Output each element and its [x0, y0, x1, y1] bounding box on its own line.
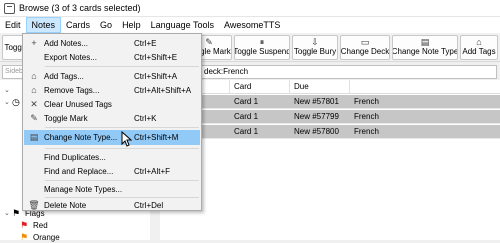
mouse-cursor-icon — [121, 131, 133, 147]
menu-item-clear-unused-tags[interactable]: ✕ Clear Unused Tags — [24, 97, 200, 111]
sidebar-item-label: Orange — [33, 232, 60, 242]
menu-item-add-notes[interactable]: + Add Notes... Ctrl+E — [24, 36, 200, 50]
notetype-icon: ▤ — [420, 37, 430, 47]
column-header-deck[interactable] — [350, 80, 500, 94]
menu-notes[interactable]: Notes — [25, 17, 62, 33]
table-row[interactable]: de vi... Card 1 New #57799 French — [160, 110, 500, 124]
menu-item-find-and-replace[interactable]: Find and Replace... Ctrl+Alt+F — [24, 164, 200, 178]
chevron-down-icon[interactable]: ⌄ — [4, 98, 12, 106]
bury-icon: ⇩ — [311, 37, 319, 47]
menu-item-find-duplicates[interactable]: Find Duplicates... — [24, 150, 200, 164]
menu-item-delete-note[interactable]: 🗑 Delete Note Ctrl+Del — [24, 198, 200, 212]
menu-go[interactable]: Go — [95, 17, 117, 33]
table-row[interactable]: heure ... Card 1 New #57800 French — [160, 125, 500, 139]
change-note-type-button[interactable]: ▤ Change Note Type — [392, 35, 458, 60]
menu-separator — [45, 127, 199, 128]
browse-window-icon — [4, 2, 15, 14]
menu-item-manage-note-types[interactable]: Manage Note Types... — [24, 182, 200, 196]
menu-item-remove-tags[interactable]: ⌂ Remove Tags... Ctrl+Alt+Shift+A — [24, 83, 200, 97]
trash-icon: 🗑 — [28, 199, 40, 210]
toggle-bury-button[interactable]: ⇩ Toggle Bury — [292, 35, 338, 60]
menu-language-tools[interactable]: Language Tools — [146, 17, 219, 33]
menu-awesometts[interactable]: AwesomeTTS — [219, 17, 285, 33]
red-flag-icon: ⚑ — [20, 219, 29, 230]
orange-flag-icon: ⚑ — [20, 231, 29, 242]
change-deck-button[interactable]: ▭ Change Deck — [340, 35, 390, 60]
menu-bar: Edit Notes Cards Go Help Language Tools … — [0, 17, 500, 33]
menu-edit[interactable]: Edit — [0, 17, 26, 33]
menu-help[interactable]: Help — [117, 17, 146, 33]
cards-table: Field Card Due e ça co... Card 1 New #57… — [160, 80, 500, 240]
menu-separator — [45, 148, 199, 149]
sidebar-item-label: Red — [33, 220, 48, 230]
menu-separator — [45, 180, 199, 181]
sidebar-item-saved[interactable]: ⌄ — [4, 84, 12, 96]
suspend-icon: ⏸ — [259, 37, 265, 47]
window-title: Browse (3 of 3 cards selected) — [19, 3, 141, 13]
notetype-icon: ▤ — [29, 132, 39, 142]
column-header-card[interactable]: Card — [230, 80, 290, 94]
table-row[interactable]: e ça co... Card 1 New #57801 French — [160, 95, 500, 109]
sidebar-item-flag-orange[interactable]: ⚑ Orange — [20, 231, 60, 243]
tag-icon: ⌂ — [31, 85, 37, 95]
menu-item-export-notes[interactable]: Export Notes... Ctrl+Shift+E — [24, 50, 200, 64]
clear-icon: ✕ — [30, 98, 38, 109]
chevron-down-icon[interactable]: ⌄ — [4, 209, 12, 217]
menu-item-toggle-mark[interactable]: ✎ Toggle Mark Ctrl+K — [24, 111, 200, 125]
deck-icon: ▭ — [360, 37, 370, 47]
menu-cards[interactable]: Cards — [61, 17, 95, 33]
tag-icon: ⌂ — [476, 37, 482, 47]
flag-icon: ⚑ — [12, 207, 21, 218]
mark-icon: ✎ — [30, 112, 38, 123]
clock-icon: ◷ — [12, 96, 20, 107]
add-icon: + — [31, 38, 37, 48]
table-header: Field Card Due — [160, 80, 500, 94]
column-header-due[interactable]: Due — [290, 80, 350, 94]
title-bar: Browse (3 of 3 cards selected) — [0, 0, 500, 17]
menu-separator — [45, 66, 199, 67]
menu-item-change-note-type[interactable]: ▤ Change Note Type... Ctrl+Shift+M — [24, 130, 200, 145]
tag-icon: ⌂ — [31, 71, 37, 81]
notes-menu-dropdown: + Add Notes... Ctrl+E Export Notes... Ct… — [22, 33, 202, 211]
chevron-down-icon[interactable]: ⌄ — [4, 86, 12, 94]
add-tags-button[interactable]: ⌂ Add Tags — [460, 35, 498, 60]
mark-icon: ✎ — [205, 37, 213, 47]
search-input[interactable]: deck:French — [175, 65, 497, 79]
menu-item-add-tags[interactable]: ⌂ Add Tags... Ctrl+Shift+A — [24, 69, 200, 83]
toggle-suspend-button[interactable]: ⏸ Toggle Suspend — [234, 35, 290, 60]
sidebar-item-flag-red[interactable]: ⚑ Red — [20, 219, 48, 231]
